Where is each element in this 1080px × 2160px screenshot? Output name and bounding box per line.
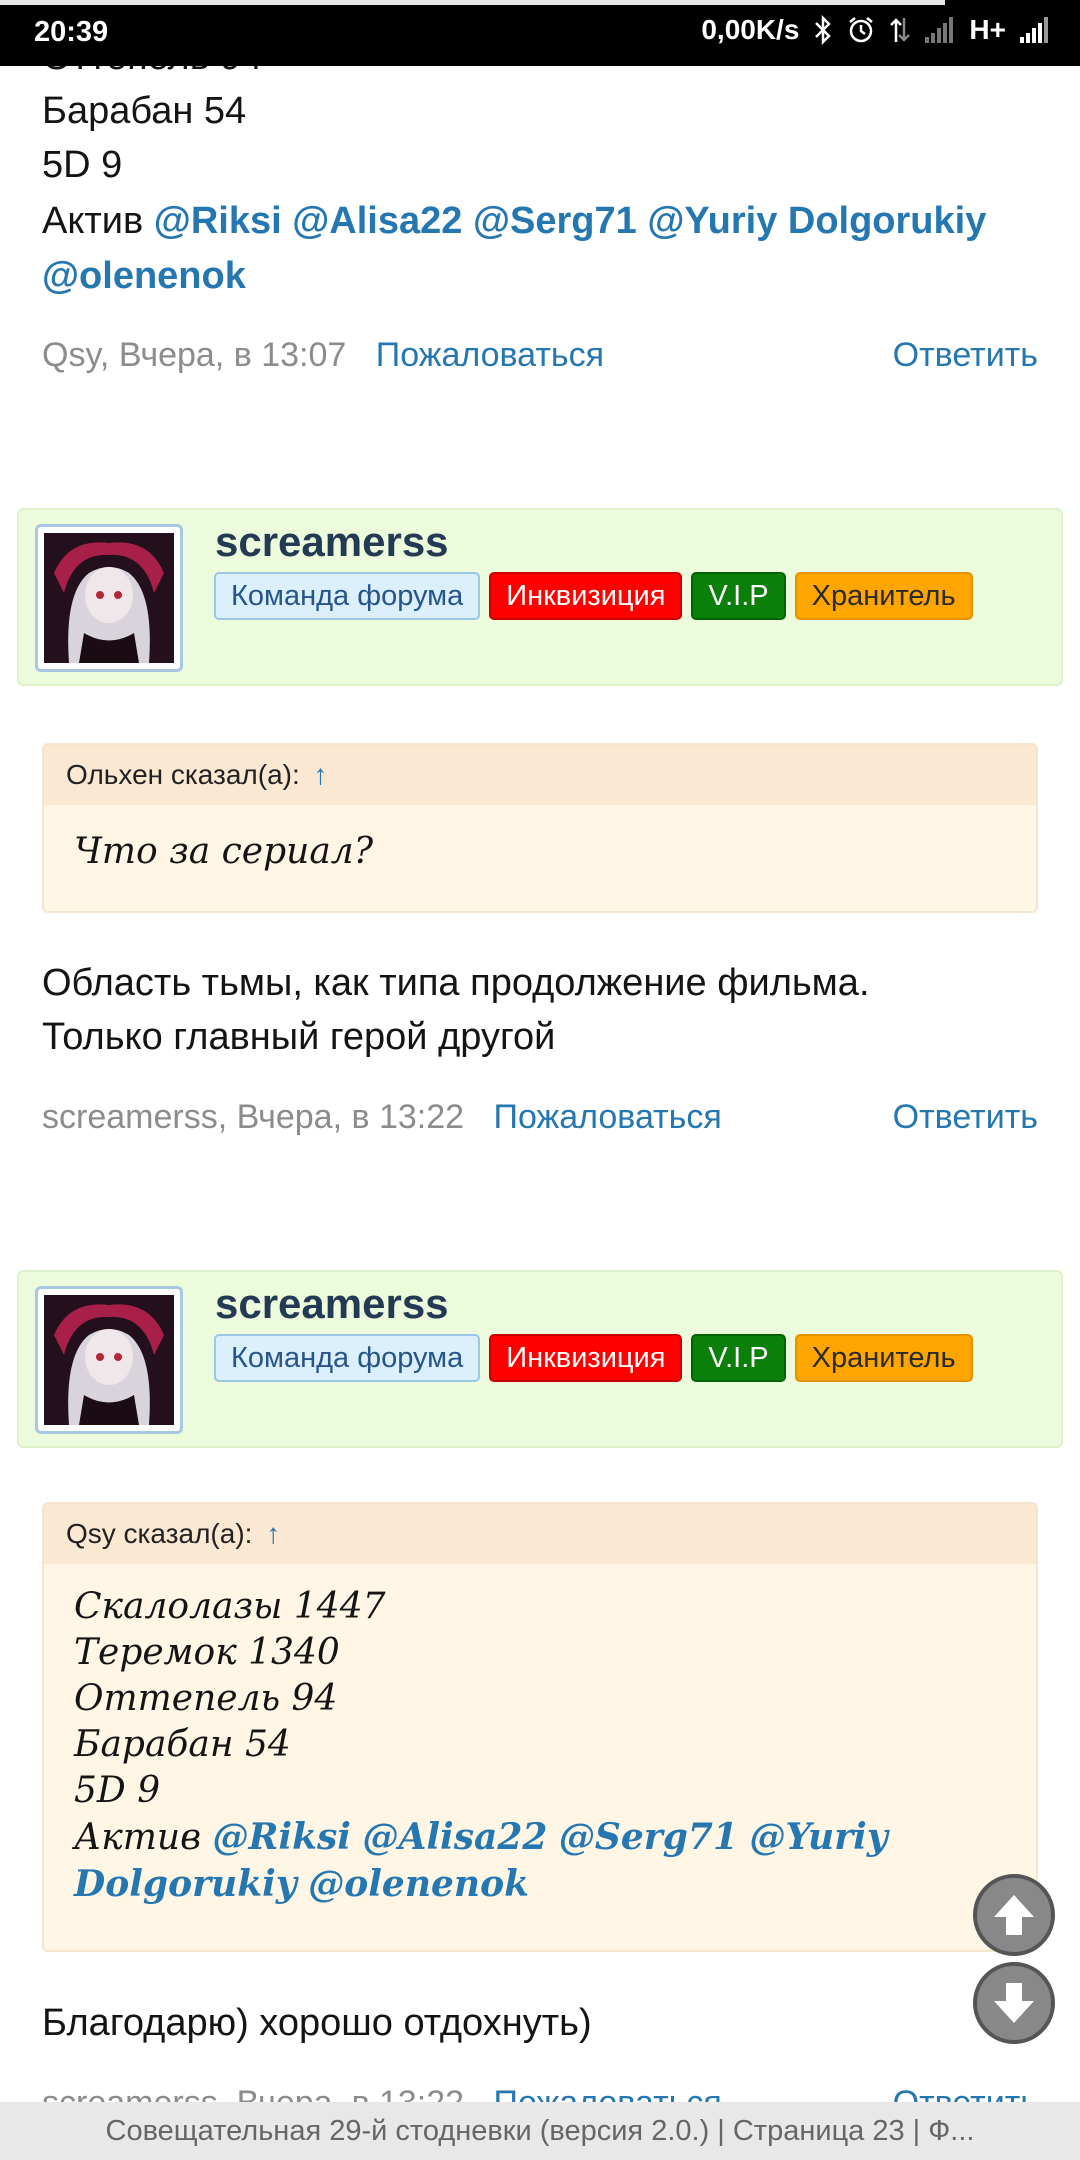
page-load-progress bbox=[0, 0, 945, 5]
arrow-up-icon bbox=[994, 1895, 1034, 1935]
signal-icon bbox=[925, 17, 955, 43]
mention-link[interactable]: @Alisa22 bbox=[292, 200, 462, 242]
scroll-down-button[interactable] bbox=[973, 1962, 1055, 2044]
avatar-image bbox=[44, 1295, 174, 1425]
bluetooth-icon bbox=[813, 15, 833, 45]
quote-jump-link[interactable]: ↑ bbox=[314, 759, 328, 790]
reply-link[interactable]: Ответить bbox=[893, 336, 1038, 375]
quote-line: Актив @Riksi @Alisa22 @Serg71 @Yuriy bbox=[74, 1814, 1006, 1861]
quote-line: Теремок 1340 bbox=[74, 1632, 340, 1673]
post-text-line: 5D 9 bbox=[42, 144, 123, 186]
status-bar: 20:39 0,00K/s H+ bbox=[0, 0, 1080, 66]
badge-vip: V.I.P bbox=[691, 1334, 786, 1382]
post-text-line: Благодарю) хорошо отдохнуть) bbox=[42, 2002, 592, 2044]
post-author-date[interactable]: Qsy, Вчера, в 13:07 bbox=[42, 336, 346, 374]
signal-icon bbox=[1020, 17, 1050, 43]
avatar[interactable] bbox=[35, 1286, 183, 1434]
mention-link[interactable]: @Serg71 bbox=[559, 1816, 738, 1858]
quote-line: Барабан 54 bbox=[74, 1724, 291, 1765]
user-card: screamerss Команда форума Инквизиция V.I… bbox=[17, 508, 1063, 686]
badge-inquisition: Инквизиция bbox=[489, 1334, 683, 1382]
post-text-line: Актив @Riksi @Alisa22 @Serg71 @Yuriy Dol… bbox=[42, 194, 986, 248]
data-arrows-icon bbox=[889, 16, 911, 44]
quote-line: Что за сериал? bbox=[74, 831, 374, 872]
report-link[interactable]: Пожаловаться bbox=[376, 336, 604, 374]
alarm-icon bbox=[847, 16, 875, 44]
page: 20:39 0,00K/s H+ Оттепель 94 Барабан 54 … bbox=[0, 0, 1080, 2160]
quote-body: Скалолазы 1447 Теремок 1340 Оттепель 94 … bbox=[44, 1564, 1036, 1928]
scroll-up-button[interactable] bbox=[973, 1874, 1055, 1956]
badge-inquisition: Инквизиция bbox=[489, 572, 683, 620]
post-meta: screamerss, Вчера, в 13:22 Пожаловаться bbox=[42, 1098, 722, 1137]
mention-link[interactable]: @olenenok bbox=[308, 1863, 529, 1905]
quote-line: Dolgorukiy @olenenok bbox=[74, 1861, 1006, 1908]
badge-team: Команда форума bbox=[214, 572, 481, 620]
quote-header: Ольхен сказал(а): ↑ bbox=[44, 745, 1036, 805]
quote-line: Скалолазы 1447 bbox=[74, 1586, 386, 1627]
aktiv-label: Актив bbox=[42, 200, 144, 242]
badge-keeper: Хранитель bbox=[794, 572, 973, 620]
mention-link[interactable]: @Riksi bbox=[213, 1816, 351, 1858]
quote-line: Оттепель 94 bbox=[74, 1678, 338, 1719]
net-speed: 0,00K/s bbox=[701, 14, 800, 45]
quote-author: Ольхен сказал(а): bbox=[66, 759, 300, 790]
quote-block: Qsy сказал(а): ↑ Скалолазы 1447 Теремок … bbox=[42, 1502, 1038, 1952]
mention-link[interactable]: @Serg71 bbox=[473, 200, 637, 242]
quote-line: 5D 9 bbox=[74, 1770, 161, 1811]
post-text-line: @olenenok bbox=[42, 249, 246, 303]
post-author-date[interactable]: screamerss, Вчера, в 13:22 bbox=[42, 1098, 464, 1136]
page-title-bar: Совещательная 29-й стодневки (версия 2.0… bbox=[0, 2102, 1080, 2160]
aktiv-label: Актив bbox=[74, 1817, 202, 1858]
badge-keeper: Хранитель bbox=[794, 1334, 973, 1382]
mention-link[interactable]: @Riksi bbox=[154, 200, 282, 242]
quote-block: Ольхен сказал(а): ↑ Что за сериал? bbox=[42, 743, 1038, 913]
mention-link[interactable]: @Yuriy Dolgorukiy bbox=[647, 200, 986, 242]
network-type: H+ bbox=[969, 14, 1006, 45]
reply-link[interactable]: Ответить bbox=[893, 1098, 1038, 1137]
post-text-line: Только главный герой другой bbox=[42, 1016, 556, 1058]
post-meta: Qsy, Вчера, в 13:07 Пожаловаться bbox=[42, 336, 604, 375]
clock: 20:39 bbox=[34, 16, 109, 48]
quote-header: Qsy сказал(а): ↑ bbox=[44, 1504, 1036, 1564]
user-badges: Команда форума Инквизиция V.I.P Хранител… bbox=[214, 572, 973, 620]
username-link[interactable]: screamerss bbox=[215, 518, 449, 566]
badge-team: Команда форума bbox=[214, 1334, 481, 1382]
quote-author: Qsy сказал(а): bbox=[66, 1518, 253, 1549]
username-link[interactable]: screamerss bbox=[215, 1280, 449, 1328]
badge-vip: V.I.P bbox=[691, 572, 786, 620]
report-link[interactable]: Пожаловаться bbox=[494, 1098, 722, 1136]
post-text-line: Барабан 54 bbox=[42, 90, 247, 132]
arrow-down-icon bbox=[994, 1983, 1034, 2023]
mention-link[interactable]: Dolgorukiy bbox=[74, 1863, 297, 1905]
user-badges: Команда форума Инквизиция V.I.P Хранител… bbox=[214, 1334, 973, 1382]
avatar-image bbox=[44, 533, 174, 663]
quote-body: Что за сериал? bbox=[44, 805, 1036, 895]
post-text-line: Область тьмы, как типа продолжение фильм… bbox=[42, 962, 870, 1004]
avatar[interactable] bbox=[35, 524, 183, 672]
quote-jump-link[interactable]: ↑ bbox=[266, 1518, 280, 1549]
user-card: screamerss Команда форума Инквизиция V.I… bbox=[17, 1270, 1063, 1448]
mention-link[interactable]: @Alisa22 bbox=[362, 1816, 547, 1858]
mention-link[interactable]: @Yuriy bbox=[749, 1816, 887, 1858]
mention-link[interactable]: @olenenok bbox=[42, 255, 246, 297]
